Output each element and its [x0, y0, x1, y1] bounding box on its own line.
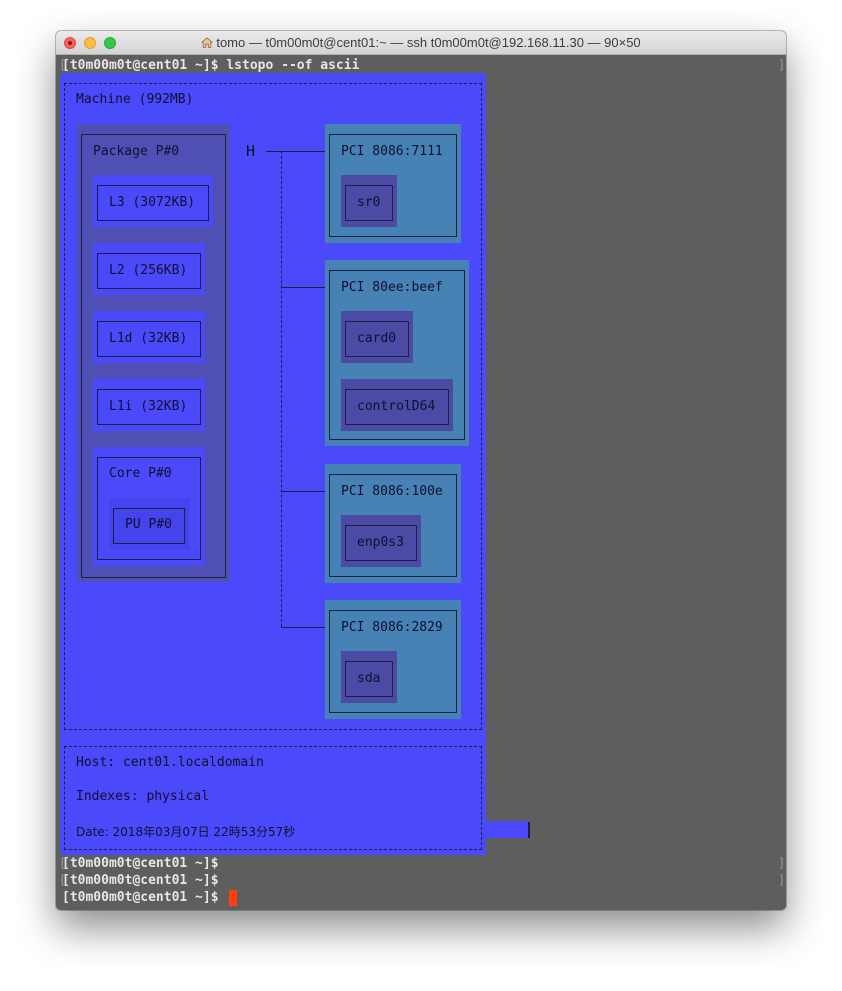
prompt-line-3: [t0m00m0t@cent01 ~]$	[62, 890, 219, 905]
package-label: Package P#0	[93, 144, 180, 159]
indexes-info: Indexes: physical	[76, 789, 210, 804]
host-bridge-symbol: H	[246, 142, 256, 160]
terminal-content[interactable]: [ [t0m00m0t@cent01 ~]$ lstopo --of ascii…	[56, 55, 786, 910]
pci-1-label: PCI 8086:7111	[341, 144, 443, 159]
window-title-text: tomo — t0m00m0t@cent01:~ — ssh t0m00m0t@…	[216, 35, 641, 50]
machine-label: Machine (992MB)	[76, 92, 194, 107]
bridge-line	[266, 151, 328, 152]
pci-4-label: PCI 8086:2829	[341, 620, 443, 635]
osdev-controlD64-label: controlD64	[357, 399, 436, 414]
branch-line-4	[281, 627, 328, 628]
scroll-mark-right: ]	[778, 58, 786, 72]
date-info: Date: 2018年03月07日 22時53分57秒	[76, 825, 296, 839]
host-info: Host: cent01.localdomain	[76, 755, 264, 770]
command-line: [t0m00m0t@cent01 ~]$ lstopo --of ascii	[62, 58, 360, 73]
bus-line	[281, 151, 282, 627]
osdev-sr0-label: sr0	[357, 195, 381, 210]
cache-l1d-label: L1d (32KB)	[109, 331, 188, 346]
scroll-mark-right: ]	[778, 856, 786, 870]
osdev-enp0s3-label: enp0s3	[357, 535, 404, 550]
prompt-line-1: [t0m00m0t@cent01 ~]$	[62, 856, 219, 871]
wrap-bar	[528, 822, 530, 838]
title-bar[interactable]: tomo — t0m00m0t@cent01:~ — ssh t0m00m0t@…	[56, 31, 786, 55]
home-icon	[201, 37, 214, 48]
branch-line-2	[281, 287, 328, 288]
branch-line-3	[281, 491, 328, 492]
osdev-card0-label: card0	[357, 331, 397, 346]
cache-l2-label: L2 (256KB)	[109, 263, 188, 278]
line-wrap-fill	[480, 821, 530, 838]
text-cursor	[229, 890, 237, 906]
cache-l1i-label: L1i (32KB)	[109, 399, 188, 414]
prompt-line-2: [t0m00m0t@cent01 ~]$	[62, 873, 219, 888]
osdev-sda-label: sda	[357, 671, 381, 686]
pci-2-label: PCI 80ee:beef	[341, 280, 443, 295]
cache-l3-label: L3 (3072KB)	[109, 195, 196, 210]
pu-label: PU P#0	[125, 517, 172, 532]
terminal-window: tomo — t0m00m0t@cent01:~ — ssh t0m00m0t@…	[56, 31, 786, 910]
scroll-mark-right: ]	[778, 873, 786, 887]
pci-3-label: PCI 8086:100e	[341, 484, 443, 499]
core-label: Core P#0	[109, 466, 172, 481]
window-title: tomo — t0m00m0t@cent01:~ — ssh t0m00m0t@…	[56, 35, 786, 50]
